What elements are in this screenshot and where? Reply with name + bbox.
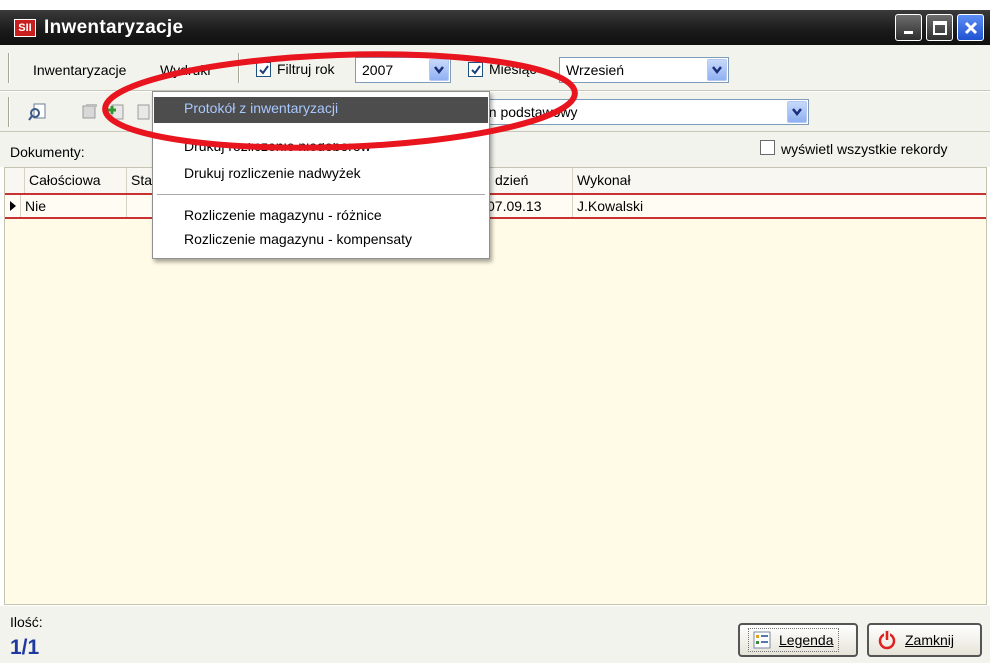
- maximize-icon: [932, 20, 947, 35]
- legenda-button[interactable]: Legenda: [738, 623, 858, 657]
- find-document-icon[interactable]: [28, 102, 48, 122]
- menu-item-rozliczenie-niedoborow[interactable]: Drukuj rozliczenie niedoborów: [154, 143, 488, 161]
- miesiac-label: Miesiąc: [489, 61, 537, 77]
- menu-item-protokol[interactable]: Protokół z inwentaryzacji: [154, 97, 488, 123]
- toolbar-grip: [8, 53, 10, 83]
- column-header-calosciowa[interactable]: Całościowa: [25, 168, 127, 193]
- title-bar[interactable]: SII Inwentaryzacje: [0, 10, 990, 45]
- zamknij-button[interactable]: Zamknij: [867, 623, 982, 657]
- maximize-button[interactable]: [926, 14, 953, 41]
- filtruj-rok-label: Filtruj rok: [277, 61, 335, 77]
- app-logo: SII: [14, 18, 36, 37]
- minimize-icon: [903, 30, 913, 34]
- row-pointer-icon: [10, 201, 16, 211]
- edit-document-icon[interactable]: [80, 102, 100, 122]
- cell-dzien: 07.09.13: [487, 195, 573, 217]
- current-row-indicator: [5, 195, 21, 217]
- column-header-dzien[interactable]: dzień: [491, 168, 573, 193]
- row-indicator-header: [5, 168, 25, 193]
- add-document-icon[interactable]: [106, 102, 126, 122]
- menu-item-magazyn-roznice[interactable]: Rozliczenie magazynu - różnice: [154, 204, 488, 230]
- checkmark-icon: [259, 65, 269, 75]
- checkmark-icon: [471, 65, 481, 75]
- menu-wydruki[interactable]: Wydruki: [160, 62, 210, 78]
- menu-separator: [157, 194, 485, 195]
- column-header-wykonal[interactable]: Wykonał: [573, 168, 883, 193]
- magazyn-select[interactable]: azyn podstawowy: [460, 99, 809, 125]
- window-title: Inwentaryzacje: [44, 16, 184, 38]
- filtruj-rok-checkbox[interactable]: [256, 62, 271, 77]
- miesiac-value: Wrzesień: [566, 62, 625, 78]
- rok-select[interactable]: 2007: [355, 57, 451, 83]
- cell-wykonal: J.Kowalski: [577, 198, 644, 214]
- menu-inwentaryzacje[interactable]: Inwentaryzacje: [33, 62, 126, 78]
- count-value: 1/1: [10, 636, 40, 659]
- legenda-label: Legenda: [779, 632, 834, 648]
- footer: Ilość: 1/1 Legenda Zamknij: [0, 606, 990, 663]
- chevron-down-icon[interactable]: [429, 59, 449, 81]
- chevron-down-icon[interactable]: [707, 59, 727, 81]
- wydruki-dropdown-menu: Protokół z inwentaryzacji Drukuj rozlicz…: [152, 91, 490, 259]
- rok-value: 2007: [362, 62, 394, 78]
- chevron-down-icon[interactable]: [787, 101, 807, 123]
- miesiac-select[interactable]: Wrzesień: [559, 57, 729, 83]
- menu-toolbar: Inwentaryzacje Wydruki Filtruj rok 2007 …: [0, 45, 990, 91]
- documents-header: Dokumenty: wyświetl wszystkie rekordy: [0, 132, 990, 167]
- legend-icon: [753, 631, 771, 649]
- power-icon: [878, 630, 896, 650]
- cell-calosciowa: Nie: [21, 195, 127, 217]
- count-label: Ilość:: [10, 614, 43, 630]
- dokumenty-label: Dokumenty:: [10, 144, 85, 160]
- icon-toolbar: azyn podstawowy: [0, 92, 990, 132]
- delete-document-icon[interactable]: [132, 102, 152, 122]
- zamknij-label: Zamknij: [905, 632, 955, 648]
- miesiac-checkbox[interactable]: [468, 62, 483, 77]
- close-window-button[interactable]: [957, 14, 984, 41]
- minimize-button[interactable]: [895, 14, 922, 41]
- toolbar-grip: [8, 97, 10, 127]
- menu-item-rozliczenie-nadwyzek[interactable]: Drukuj rozliczenie nadwyżek: [154, 162, 488, 188]
- menu-item-magazyn-kompensaty[interactable]: Rozliczenie magazynu - kompensaty: [154, 228, 488, 254]
- close-icon: [964, 21, 977, 34]
- show-all-records-label: wyświetl wszystkie rekordy: [781, 141, 948, 157]
- show-all-records-checkbox[interactable]: [760, 140, 775, 155]
- toolbar-separator: [238, 53, 240, 83]
